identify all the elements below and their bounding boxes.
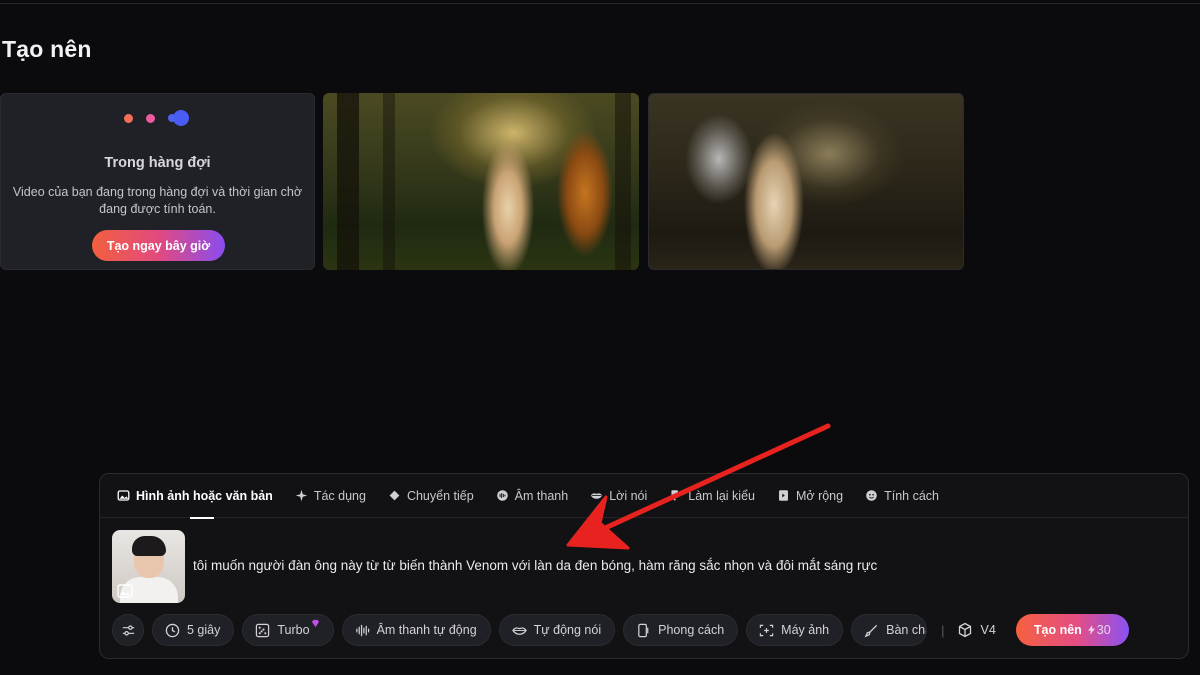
camera-button[interactable]: Máy ảnh [746, 614, 844, 646]
tab-label: Mở rộng [795, 488, 844, 503]
tab-audio[interactable]: Âm thanh [496, 474, 569, 518]
premium-gem-icon [311, 619, 319, 627]
top-divider [0, 3, 1200, 4]
loading-dots [1, 110, 314, 126]
tab-image-or-text[interactable]: Hình ảnh hoặc văn bản [117, 474, 273, 519]
tab-effects[interactable]: Tác dụng [295, 474, 366, 518]
page-title: Tạo nên [2, 36, 92, 62]
duration-label: 5 giây [187, 623, 221, 637]
sparkle-icon [295, 489, 308, 502]
image-icon [117, 490, 130, 501]
style-button[interactable]: Phong cách [623, 614, 739, 646]
tab-label: Lời nói [609, 488, 648, 503]
loading-dot [123, 113, 133, 123]
settings-button[interactable] [112, 614, 144, 646]
reference-image-thumbnail[interactable] [112, 530, 185, 603]
brush-icon [864, 624, 878, 637]
queue-card: Trong hàng đợi Video của bạn đang trong … [0, 93, 315, 270]
lips-icon [511, 626, 527, 635]
model-selector[interactable]: V4 [957, 622, 996, 638]
sliders-icon [122, 624, 134, 636]
mode-tabs: Hình ảnh hoặc văn bản Tác dụng Chuyển ti… [100, 474, 1188, 519]
toolbar-separator: | [941, 622, 945, 638]
image-icon [117, 584, 133, 598]
tab-label: Tác dụng [313, 488, 366, 503]
expand-icon [779, 490, 788, 501]
credit-cost: 30 [1087, 623, 1111, 637]
face-icon [866, 490, 877, 501]
waveform-icon [355, 624, 369, 636]
brand-logo-icon [167, 110, 192, 126]
cube-icon [958, 622, 971, 638]
composer-panel: Hình ảnh hoặc văn bản Tác dụng Chuyển ti… [99, 473, 1189, 659]
lips-icon [591, 493, 603, 499]
tab-expand[interactable]: Mở rộng [777, 474, 843, 518]
model-label: V4 [980, 623, 996, 637]
queue-title: Trong hàng đợi [104, 155, 211, 171]
camera-label: Máy ảnh [781, 623, 830, 637]
create-now-button[interactable]: Tạo ngay bây giờ [92, 230, 225, 261]
tab-transition[interactable]: Chuyển tiếp [388, 474, 474, 518]
loading-dot [145, 113, 155, 123]
generate-label: Tạo nên [1033, 623, 1082, 637]
tab-character[interactable]: Tính cách [865, 474, 939, 518]
tab-label: Tính cách [884, 488, 939, 503]
speech-label: Tự động nói [533, 623, 602, 637]
brush-label: Bàn chải [886, 623, 926, 637]
mode-label: Turbo [277, 623, 310, 637]
auto-audio-button[interactable]: Âm thanh tự động [341, 614, 491, 646]
tab-label: Âm thanh [514, 488, 569, 503]
tab-speech[interactable]: Lời nói [590, 474, 647, 518]
tab-label: Chuyển tiếp [406, 488, 474, 503]
credit-value: 30 [1096, 623, 1111, 637]
audio-label: Âm thanh tự động [376, 623, 477, 637]
tab-label: Làm lại kiểu [688, 488, 755, 503]
camera-focus-icon [759, 624, 774, 636]
tab-restyle[interactable]: Làm lại kiểu [669, 474, 755, 518]
auto-speech-button[interactable]: Tự động nói [498, 614, 616, 646]
tab-label: Hình ảnh hoặc văn bản [136, 488, 273, 503]
queue-description: Video của bạn đang trong hàng đợi và thờ… [12, 185, 303, 216]
prompt-text[interactable]: tôi muốn người đàn ông này từ từ biến th… [193, 558, 877, 573]
restyle-icon [671, 490, 679, 501]
generation-toolbar: 5 giây Turbo Âm thanh tự động Tự động nó… [112, 614, 1176, 646]
turbo-icon [256, 623, 270, 637]
style-label: Phong cách [658, 623, 725, 637]
result-thumbnail-fairy-woman[interactable] [648, 93, 964, 270]
generate-button[interactable]: Tạo nên 30 [1015, 614, 1129, 646]
clock-icon [165, 623, 180, 637]
audio-icon [496, 490, 508, 501]
result-thumbnail-fairy-child[interactable] [323, 93, 639, 270]
phone-style-icon [638, 623, 649, 637]
turbo-mode-button[interactable]: Turbo [242, 614, 334, 646]
brush-button[interactable]: Bàn chải [851, 614, 928, 646]
lightning-icon [1087, 625, 1095, 635]
transition-icon [389, 490, 400, 501]
duration-button[interactable]: 5 giây [152, 614, 235, 646]
